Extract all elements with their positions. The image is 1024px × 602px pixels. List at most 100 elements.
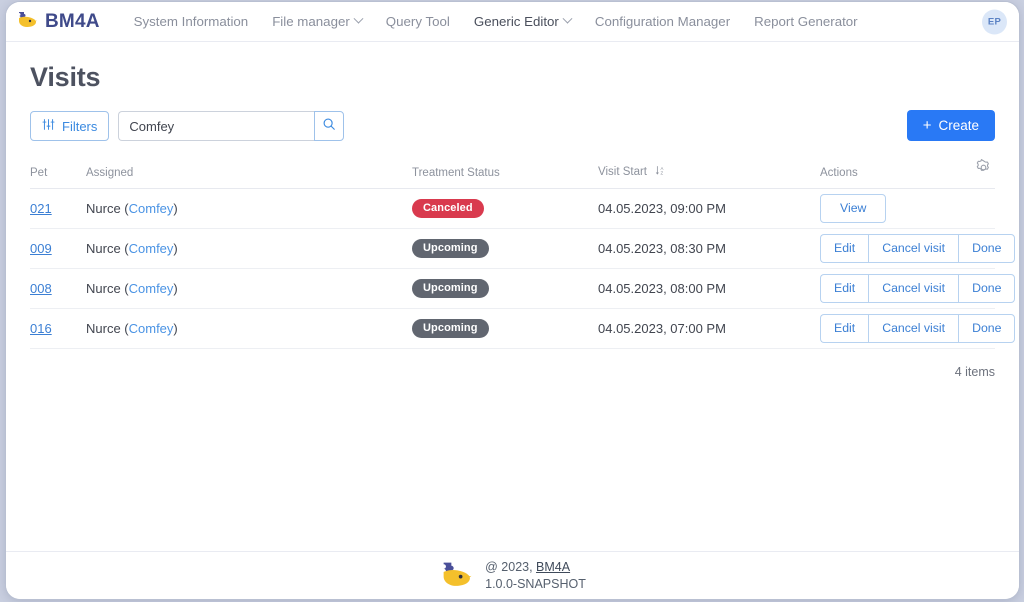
assigned-suffix: ) [173, 241, 178, 256]
chevron-down-icon [562, 13, 573, 24]
pet-link[interactable]: 009 [30, 241, 52, 256]
done-button[interactable]: Done [958, 234, 1016, 263]
cell-status: Upcoming [412, 268, 598, 309]
cancel-visit-button[interactable]: Cancel visit [868, 274, 959, 303]
cell-status: Canceled [412, 188, 598, 229]
nav-label: System Information [133, 13, 249, 29]
cancel-visit-button[interactable]: Cancel visit [868, 314, 959, 343]
cell-actions: Edit Cancel visit Done [820, 308, 1016, 349]
done-button[interactable]: Done [958, 314, 1016, 343]
sliders-icon [42, 118, 55, 134]
column-header-pet[interactable]: Pet [30, 159, 86, 189]
assigned-prefix: Nurce ( [86, 321, 129, 336]
nav-label: Configuration Manager [594, 13, 731, 29]
footer-copyright: @ 2023, BM4A [485, 559, 586, 576]
create-button[interactable]: + Create [906, 110, 995, 141]
edit-button[interactable]: Edit [820, 234, 869, 263]
nav-label: Report Generator [754, 13, 858, 29]
table-row: 021 Nurce (Comfey) Canceled 04.05.2023, … [30, 188, 995, 229]
status-badge: Upcoming [412, 279, 489, 298]
column-header-actions: Actions [820, 167, 858, 179]
browser-window: BM4A System Information File manager Que… [6, 2, 1019, 599]
status-badge: Upcoming [412, 319, 489, 338]
filters-button[interactable]: Filters [30, 111, 110, 141]
pet-link[interactable]: 016 [30, 321, 52, 336]
search-group [118, 111, 345, 141]
column-label: Visit Start [598, 166, 647, 178]
cancel-visit-button[interactable]: Cancel visit [868, 234, 959, 263]
brand-logo[interactable]: BM4A [16, 9, 100, 34]
top-navbar: BM4A System Information File manager Que… [6, 2, 1019, 42]
pet-link[interactable]: 008 [30, 281, 52, 296]
search-button[interactable] [314, 111, 345, 141]
column-header-visit-start[interactable]: Visit Start A Z [598, 159, 820, 189]
assigned-prefix: Nurce ( [86, 281, 129, 296]
sort-descending-az-icon[interactable]: A Z [655, 165, 666, 179]
status-badge: Upcoming [412, 239, 489, 258]
nav-link-file-manager[interactable]: File manager [260, 2, 374, 42]
cell-visit-start: 04.05.2023, 07:00 PM [598, 308, 820, 349]
nav-link-system-information[interactable]: System Information [122, 2, 261, 42]
pet-link[interactable]: 021 [30, 201, 52, 216]
cell-status: Upcoming [412, 228, 598, 269]
assigned-suffix: ) [173, 281, 178, 296]
copyright-text: @ 2023, [485, 559, 537, 574]
row-action-group: View [820, 194, 887, 223]
footer-brand-link[interactable]: BM4A [536, 560, 570, 574]
cell-visit-start: 04.05.2023, 08:30 PM [598, 228, 820, 269]
cell-visit-start: 04.05.2023, 09:00 PM [598, 188, 820, 229]
cell-visit-start: 04.05.2023, 08:00 PM [598, 268, 820, 309]
nav-link-query-tool[interactable]: Query Tool [374, 2, 462, 42]
cell-assigned: Nurce (Comfey) [86, 188, 412, 229]
assigned-link[interactable]: Comfey [129, 281, 174, 296]
row-action-group: Edit Cancel visit Done [820, 314, 1016, 343]
page-title: Visits [30, 62, 101, 92]
view-button[interactable]: View [820, 194, 887, 223]
nav-link-generic-editor[interactable]: Generic Editor [462, 2, 583, 42]
nav-link-report-generator[interactable]: Report Generator [742, 2, 869, 42]
cell-actions: Edit Cancel visit Done [820, 228, 1016, 269]
row-action-group: Edit Cancel visit Done [820, 274, 1016, 303]
footer: @ 2023, BM4A 1.0.0-SNAPSHOT [6, 551, 1019, 599]
nav-link-configuration-manager[interactable]: Configuration Manager [583, 2, 742, 42]
search-input[interactable] [118, 111, 315, 141]
edit-button[interactable]: Edit [820, 314, 869, 343]
bm4a-logo-icon [439, 558, 473, 594]
footer-version: 1.0.0-SNAPSHOT [485, 576, 586, 591]
status-badge: Canceled [412, 199, 484, 218]
cell-pet: 009 [30, 228, 86, 269]
items-count: 4 items [954, 365, 995, 379]
filters-label: Filters [62, 118, 98, 134]
cell-actions: View [820, 188, 995, 229]
assigned-link[interactable]: Comfey [129, 321, 174, 336]
plus-icon: + [922, 117, 932, 134]
svg-text:Z: Z [661, 171, 664, 176]
cell-assigned: Nurce (Comfey) [86, 308, 412, 349]
assigned-suffix: ) [173, 321, 178, 336]
avatar[interactable]: EP [982, 9, 1007, 34]
edit-button[interactable]: Edit [820, 274, 869, 303]
toolbar: Filters + Create [30, 110, 995, 141]
cell-assigned: Nurce (Comfey) [86, 268, 412, 309]
footer-text: @ 2023, BM4A 1.0.0-SNAPSHOT [485, 559, 586, 593]
done-button[interactable]: Done [958, 274, 1016, 303]
table-settings-button[interactable] [975, 159, 995, 189]
column-header-treatment-status[interactable]: Treatment Status [412, 159, 598, 189]
cell-pet: 008 [30, 268, 86, 309]
row-action-group: Edit Cancel visit Done [820, 234, 1016, 263]
nav-label: Generic Editor [473, 13, 559, 29]
column-header-assigned[interactable]: Assigned [86, 159, 412, 189]
table-body: 021 Nurce (Comfey) Canceled 04.05.2023, … [30, 188, 1016, 349]
assigned-link[interactable]: Comfey [129, 241, 174, 256]
assigned-link[interactable]: Comfey [129, 201, 174, 216]
cell-pet: 016 [30, 308, 86, 349]
chevron-down-icon [353, 13, 364, 24]
search-icon [322, 117, 336, 136]
nav-links: System Information File manager Query To… [122, 2, 870, 42]
table-header: Pet Assigned Treatment Status Visit Star… [30, 159, 995, 189]
assigned-prefix: Nurce ( [86, 241, 129, 256]
bm4a-logo-icon [16, 9, 38, 34]
table-row: 016 Nurce (Comfey) Upcoming 04.05.2023, … [30, 308, 1016, 349]
cell-status: Upcoming [412, 308, 598, 349]
assigned-suffix: ) [173, 201, 178, 216]
